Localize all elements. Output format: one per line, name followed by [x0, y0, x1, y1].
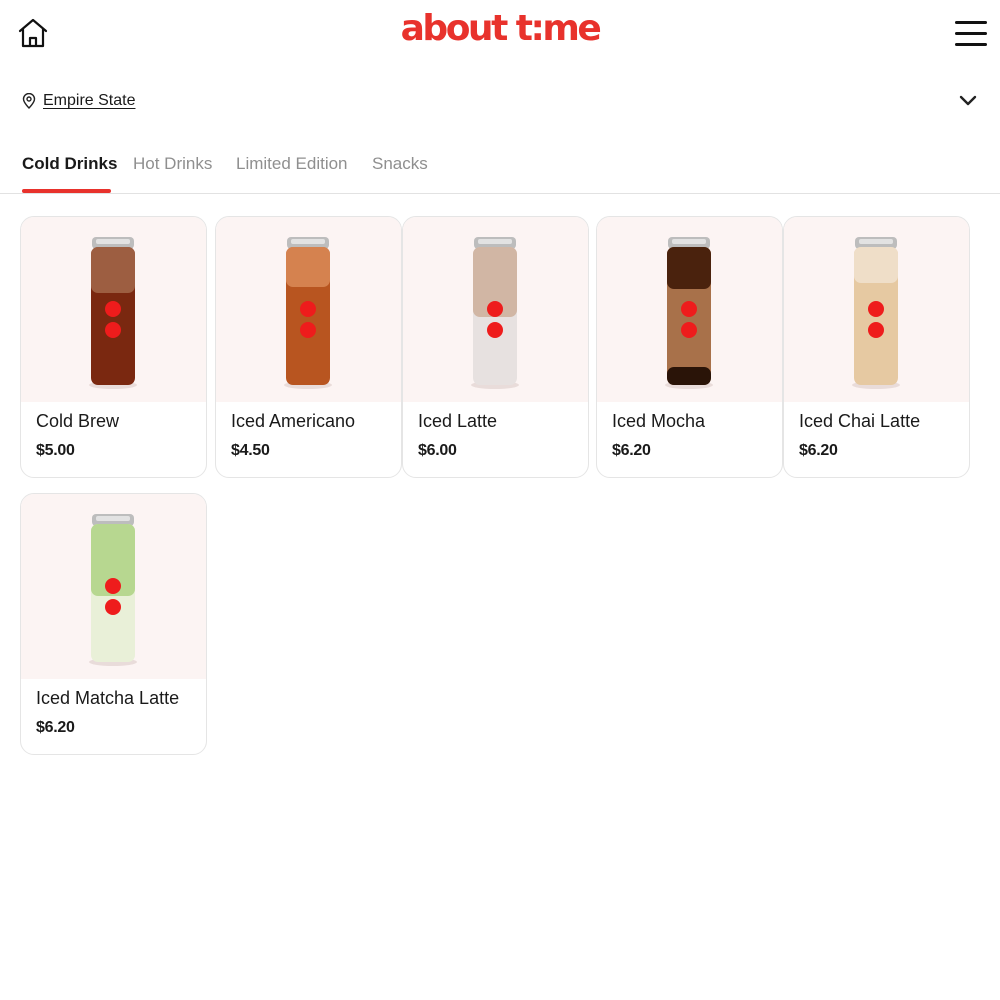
product-name: Iced Americano — [231, 411, 356, 431]
product-price: $6.20 — [612, 442, 651, 459]
product-image — [597, 217, 782, 402]
product-image — [21, 494, 206, 679]
category-tabs: Cold Drinks Hot Drinks Limited Edition S… — [0, 140, 1000, 194]
product-price: $6.20 — [799, 442, 838, 459]
location-name[interactable]: Empire State — [43, 92, 135, 110]
product-card-iced-matcha-latte[interactable]: Iced Matcha Latte $6.20 — [20, 493, 207, 755]
location-pin-icon — [22, 93, 36, 109]
product-name: Iced Latte — [418, 411, 498, 431]
product-name: Cold Brew — [36, 411, 120, 431]
tab-limited-edition[interactable]: Limited Edition — [236, 154, 348, 174]
header: about t:me — [0, 0, 1000, 70]
drink-can-illustration — [665, 237, 713, 389]
tab-snacks[interactable]: Snacks — [372, 154, 428, 174]
drink-can-illustration — [471, 237, 519, 389]
brand-logo[interactable]: about t:me — [0, 8, 1000, 49]
product-card-iced-americano[interactable]: Iced Americano $4.50 — [215, 216, 402, 478]
tab-cold-drinks[interactable]: Cold Drinks — [22, 154, 117, 174]
product-image — [21, 217, 206, 402]
product-price: $5.00 — [36, 442, 75, 459]
hamburger-menu-button[interactable] — [952, 16, 990, 50]
product-card-cold-brew[interactable]: Cold Brew $5.00 — [20, 216, 207, 478]
product-price: $4.50 — [231, 442, 270, 459]
drink-can-illustration — [89, 514, 137, 666]
product-name: Iced Chai Latte — [799, 411, 921, 431]
product-price: $6.00 — [418, 442, 457, 459]
location-selector[interactable]: Empire State — [22, 88, 135, 114]
product-card-iced-latte[interactable]: Iced Latte $6.00 — [402, 216, 589, 478]
product-card-iced-chai-latte[interactable]: Iced Chai Latte $6.20 — [783, 216, 970, 478]
hamburger-menu-icon — [955, 21, 987, 24]
chevron-down-icon[interactable] — [958, 92, 978, 108]
tab-hot-drinks[interactable]: Hot Drinks — [133, 154, 212, 174]
active-tab-indicator — [22, 189, 111, 193]
drink-can-illustration — [852, 237, 900, 389]
drink-can-illustration — [89, 237, 137, 389]
product-image — [216, 217, 401, 402]
drink-can-illustration — [284, 237, 332, 389]
product-card-iced-mocha[interactable]: Iced Mocha $6.20 — [596, 216, 783, 478]
product-image — [784, 217, 969, 402]
product-image — [403, 217, 588, 402]
product-name: Iced Matcha Latte — [36, 688, 180, 708]
product-price: $6.20 — [36, 719, 75, 736]
product-name: Iced Mocha — [612, 411, 706, 431]
